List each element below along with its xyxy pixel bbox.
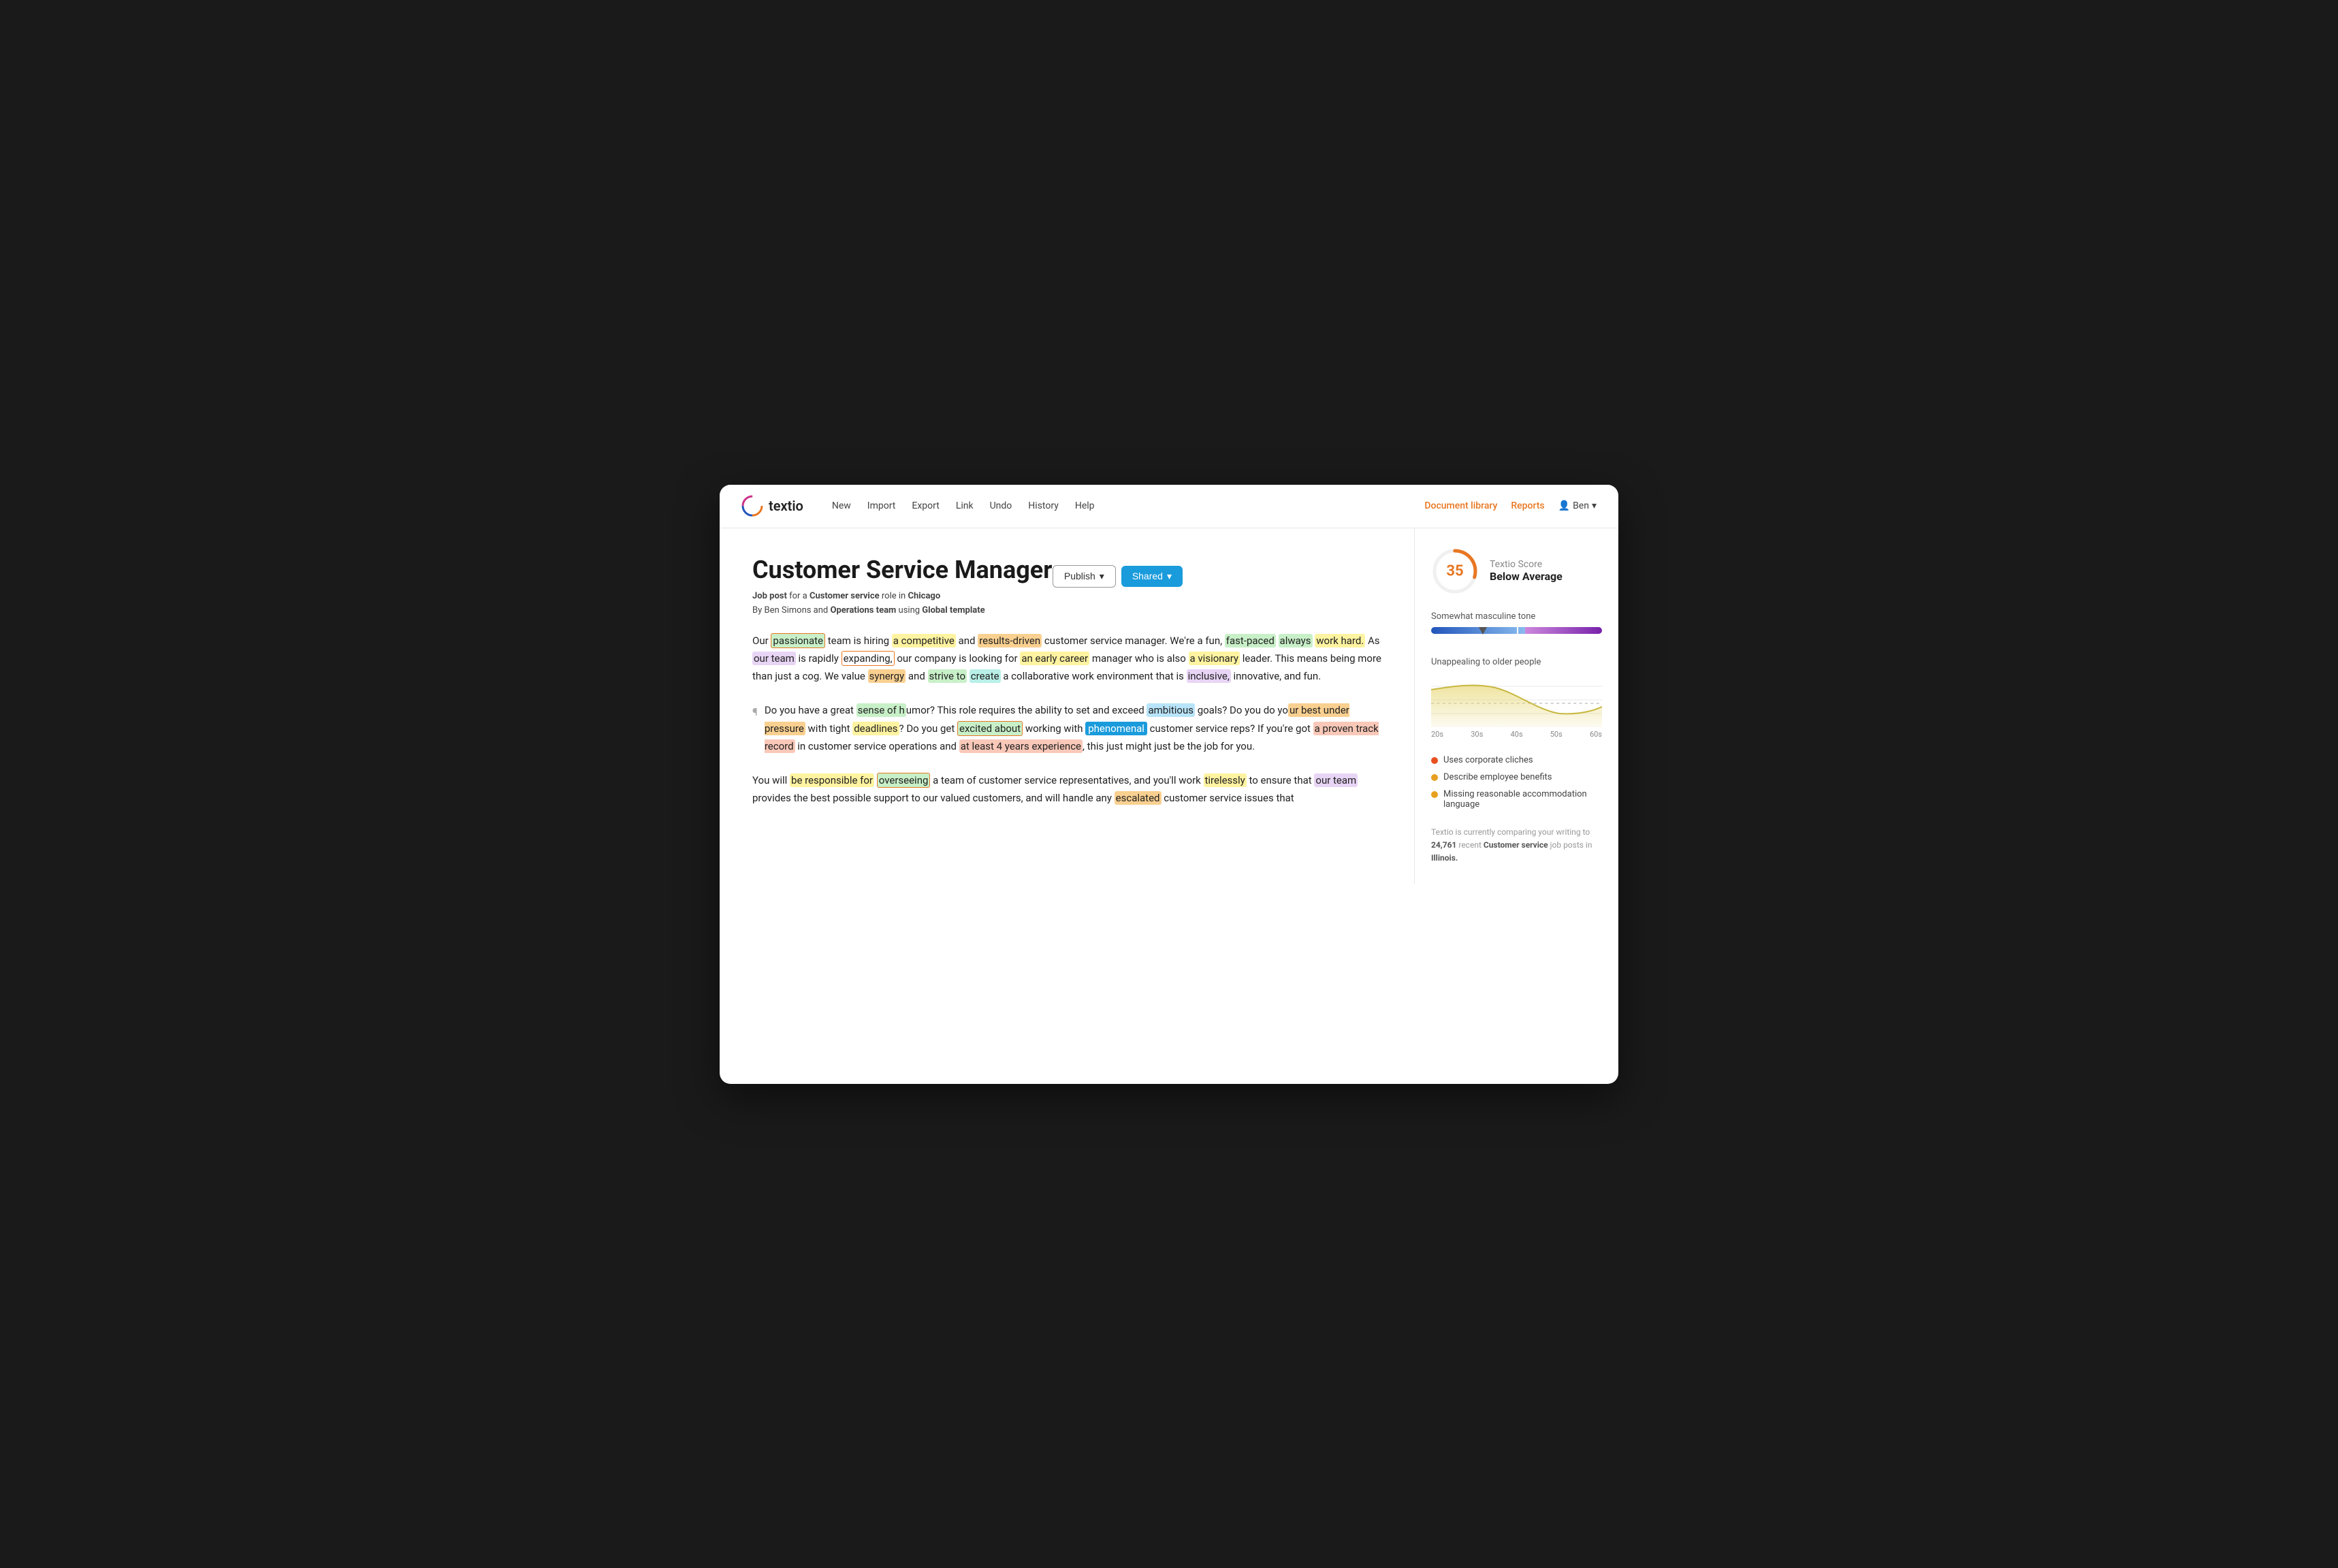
nav-link-new[interactable]: New — [825, 496, 858, 515]
highlight-tirelessly[interactable]: tirelessly — [1204, 773, 1247, 787]
issue-text-0: Uses corporate cliches — [1443, 755, 1533, 765]
issue-dot-0 — [1431, 757, 1438, 764]
shared-chevron: ▾ — [1167, 571, 1172, 582]
app-container: textio New Import Export Link Undo Histo… — [720, 485, 1618, 1084]
nav-link-history[interactable]: History — [1021, 496, 1066, 515]
issue-dot-1 — [1431, 774, 1438, 781]
highlight-fast-paced[interactable]: fast-paced — [1225, 634, 1276, 647]
tone-bar-container — [1431, 627, 1602, 641]
highlight-deadlines[interactable]: deadlines — [852, 722, 899, 735]
user-icon: 👤 — [1558, 500, 1570, 511]
highlight-at-least-4-years[interactable]: at least 4 years experience — [959, 739, 1083, 753]
highlight-inclusive[interactable]: inclusive, — [1187, 669, 1231, 683]
score-ring: 35 — [1431, 547, 1479, 595]
age-label-1: 30s — [1471, 730, 1483, 739]
nav-links: New Import Export Link Undo History Help — [825, 496, 1425, 515]
highlight-ambitious[interactable]: ambitious — [1147, 703, 1195, 717]
tone-section: Somewhat masculine tone — [1431, 611, 1602, 641]
highlight-create[interactable]: create — [970, 669, 1001, 683]
nav-bar: textio New Import Export Link Undo Histo… — [720, 485, 1618, 528]
nav-link-undo[interactable]: Undo — [983, 496, 1019, 515]
highlight-expanding[interactable]: expanding, — [842, 651, 895, 666]
highlight-competitive[interactable]: a competitive — [892, 634, 956, 647]
logo-area: textio — [741, 495, 803, 517]
tone-divider — [1517, 626, 1518, 635]
nav-user-name: Ben — [1573, 500, 1589, 511]
doc-by: By Ben Simons and Operations team using … — [752, 605, 1381, 615]
highlight-our-team-2[interactable]: our team — [1314, 773, 1358, 787]
highlight-synergy[interactable]: synergy — [868, 669, 906, 683]
paragraph-2-text: Do you have a great sense of humor? This… — [765, 701, 1381, 755]
issue-item-2[interactable]: Missing reasonable accommodation languag… — [1431, 789, 1602, 810]
issues-section: Uses corporate cliches Describe employee… — [1431, 755, 1602, 810]
tone-title: Somewhat masculine tone — [1431, 611, 1602, 622]
textio-logo-icon — [741, 495, 763, 517]
paragraph-3: You will be responsible for overseeing a… — [752, 771, 1381, 807]
highlight-strive[interactable]: strive to — [928, 669, 967, 683]
paragraph-2: ¶ Do you have a great sense of humor? Th… — [752, 701, 1381, 755]
score-value: Below Average — [1490, 570, 1563, 583]
nav-reports[interactable]: Reports — [1511, 500, 1544, 511]
score-area: 35 Textio Score Below Average — [1431, 547, 1602, 595]
nav-link-link[interactable]: Link — [949, 496, 980, 515]
nav-right: Document library Reports 👤 Ben ▾ — [1424, 500, 1597, 511]
issue-item-0[interactable]: Uses corporate cliches — [1431, 755, 1602, 765]
doc-actions: Publish ▾ Shared ▾ — [1053, 565, 1183, 588]
tone-bar-right — [1525, 627, 1602, 634]
highlight-excited-about[interactable]: excited about — [957, 721, 1023, 736]
issue-item-1[interactable]: Describe employee benefits — [1431, 772, 1602, 782]
score-title: Textio Score — [1490, 559, 1563, 570]
sidebar-footer: Textio is currently comparing your writi… — [1431, 826, 1602, 865]
tooltip-anchor: always This phrase tends to resonate wit… — [1279, 635, 1315, 647]
highlight-visionary[interactable]: a visionary — [1189, 652, 1240, 665]
issue-text-1: Describe employee benefits — [1443, 772, 1552, 782]
highlight-be-responsible[interactable]: be responsible for — [790, 773, 874, 787]
shared-label: Shared — [1132, 571, 1163, 581]
highlight-early-career[interactable]: an early career — [1020, 652, 1089, 665]
highlight-passionate[interactable]: passionate — [771, 633, 825, 648]
age-labels: 20s 30s 40s 50s 60s — [1431, 730, 1602, 739]
main-layout: Customer Service Manager Job post for a … — [720, 528, 1618, 884]
age-chart-svg — [1431, 673, 1602, 727]
nav-user-chevron: ▾ — [1592, 500, 1597, 511]
logo-text: textio — [769, 498, 803, 514]
paragraph-1: Our passionate team is hiring a competit… — [752, 632, 1381, 686]
highlight-always[interactable]: always — [1279, 634, 1313, 647]
doc-meta: Job post for a Customer service role in … — [752, 591, 1381, 601]
highlight-results-driven[interactable]: results-driven — [978, 634, 1042, 647]
score-number: 35 — [1446, 562, 1463, 579]
publish-chevron: ▾ — [1100, 571, 1104, 582]
age-label-0: 20s — [1431, 730, 1443, 739]
nav-link-help[interactable]: Help — [1068, 496, 1102, 515]
highlight-phenomenal[interactable]: phenomenal — [1085, 722, 1147, 735]
nav-user[interactable]: 👤 Ben ▾ — [1558, 500, 1597, 511]
highlight-overseeing[interactable]: overseeing — [877, 773, 931, 788]
nav-doc-library[interactable]: Document library — [1424, 500, 1497, 511]
age-section: Unappealing to older people — [1431, 657, 1602, 739]
issue-text-2: Missing reasonable accommodation languag… — [1443, 789, 1602, 810]
age-label-4: 60s — [1590, 730, 1602, 739]
shared-button[interactable]: Shared ▾ — [1121, 566, 1183, 587]
score-label: Textio Score Below Average — [1490, 559, 1563, 583]
nav-link-export[interactable]: Export — [905, 496, 946, 515]
sidebar: 35 Textio Score Below Average Somewhat m… — [1414, 528, 1618, 884]
tone-marker — [1479, 627, 1487, 635]
age-chart — [1431, 673, 1602, 727]
highlight-sense[interactable]: sense of h — [856, 703, 906, 717]
editor-content[interactable]: Our passionate team is hiring a competit… — [752, 632, 1381, 807]
age-label-3: 50s — [1550, 730, 1563, 739]
age-title: Unappealing to older people — [1431, 657, 1602, 667]
issue-dot-2 — [1431, 791, 1438, 798]
highlight-our-team-1[interactable]: our team — [752, 652, 796, 665]
tone-bar-left — [1431, 627, 1525, 634]
editor-area[interactable]: Customer Service Manager Job post for a … — [720, 528, 1414, 884]
age-label-2: 40s — [1510, 730, 1522, 739]
highlight-escalated[interactable]: escalated — [1115, 791, 1162, 805]
publish-label: Publish — [1064, 571, 1095, 581]
publish-button[interactable]: Publish ▾ — [1053, 565, 1116, 588]
paragraph-icon: ¶ — [752, 703, 758, 755]
highlight-work-hard[interactable]: work hard. — [1315, 634, 1365, 647]
nav-link-import[interactable]: Import — [861, 496, 903, 515]
